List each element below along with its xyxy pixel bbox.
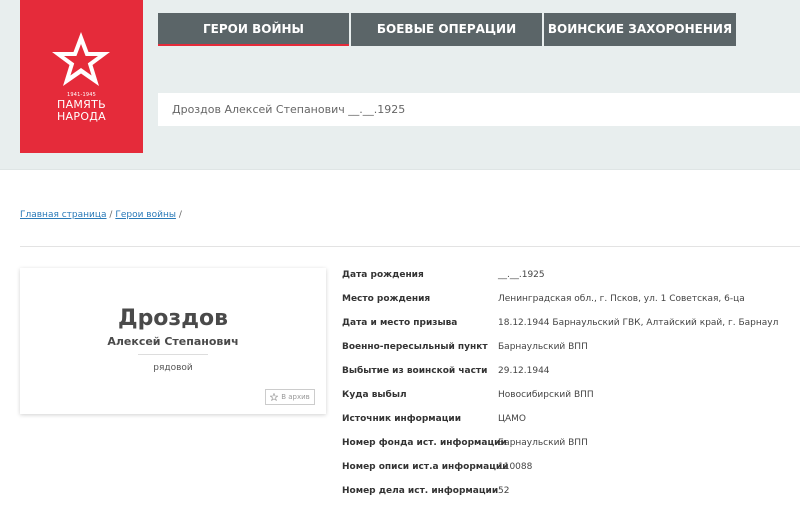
info-row: Куда выбыл Новосибирский ВПП — [342, 388, 800, 412]
info-value: 29.12.1944 — [498, 366, 550, 376]
divider — [20, 246, 800, 247]
info-value: 110088 — [498, 462, 533, 472]
breadcrumb-home[interactable]: Главная страница — [20, 210, 107, 220]
site-logo[interactable]: 1941-1945 ПАМЯТЬ НАРОДА — [20, 0, 143, 153]
info-label: Дата и место призыва — [342, 318, 458, 328]
info-row: Место рождения Ленинградская обл., г. Пс… — [342, 292, 800, 316]
info-value: 52 — [498, 486, 510, 496]
info-label: Дата рождения — [342, 270, 424, 280]
info-label: Источник информации — [342, 414, 462, 424]
info-value: 18.12.1944 Барнаульский ГВК, Алтайский к… — [498, 318, 779, 328]
info-label: Куда выбыл — [342, 390, 407, 400]
logo-title: ПАМЯТЬ НАРОДА — [56, 98, 106, 123]
info-label: Номер описи ист.а информации — [342, 462, 509, 472]
info-row: Источник информации ЦАМО — [342, 412, 800, 436]
info-value: ЦАМО — [498, 414, 526, 424]
info-row: Военно-пересыльный пункт Барнаульский ВП… — [342, 340, 800, 364]
archive-button[interactable]: В архив — [265, 389, 315, 405]
info-label: Номер фонда ист. информации — [342, 438, 507, 448]
info-value: Барнаульский ВПП — [498, 342, 588, 352]
star-icon — [52, 32, 110, 86]
info-row: Номер фонда ист. информации Барнаульский… — [342, 436, 800, 460]
breadcrumb-separator: / — [109, 210, 113, 220]
info-label: Место рождения — [342, 294, 431, 304]
info-row: Дата и место призыва 18.12.1944 Барнауль… — [342, 316, 800, 340]
breadcrumb: Главная страница / Герои войны / — [20, 210, 182, 220]
info-row: Номер дела ист. информации 52 — [342, 484, 800, 508]
breadcrumb-separator: / — [178, 210, 182, 220]
hero-rank: рядовой — [153, 363, 193, 373]
hero-info-table: Дата рождения __.__.1925 Место рождения … — [342, 268, 800, 508]
site-header: 1941-1945 ПАМЯТЬ НАРОДА ГЕРОИ ВОЙНЫ БОЕВ… — [0, 0, 800, 170]
info-row: Выбытие из воинской части 29.12.1944 — [342, 364, 800, 388]
hero-card: Дроздов Алексей Степанович рядовой В арх… — [20, 268, 326, 414]
info-row: Номер описи ист.а информации 110088 — [342, 460, 800, 484]
info-value: Ленинградская обл., г. Псков, ул. 1 Сове… — [498, 294, 745, 304]
info-value: Новосибирский ВПП — [498, 390, 594, 400]
archive-button-label: В архив — [281, 393, 310, 401]
info-label: Выбытие из воинской части — [342, 366, 488, 376]
nav-heroes[interactable]: ГЕРОИ ВОЙНЫ — [158, 13, 349, 46]
info-value: __.__.1925 — [498, 270, 545, 280]
hero-surname: Дроздов — [117, 306, 229, 331]
hero-given-names: Алексей Степанович — [107, 335, 239, 348]
search-input[interactable] — [158, 93, 800, 126]
breadcrumb-heroes[interactable]: Герои войны — [115, 210, 176, 220]
info-row: Дата рождения __.__.1925 — [342, 268, 800, 292]
card-divider — [138, 354, 208, 355]
info-label: Военно-пересыльный пункт — [342, 342, 488, 352]
star-outline-icon — [270, 393, 279, 401]
main-nav: ГЕРОИ ВОЙНЫ БОЕВЫЕ ОПЕРАЦИИ ВОИНСКИЕ ЗАХ… — [158, 13, 738, 46]
nav-burials[interactable]: ВОИНСКИЕ ЗАХОРОНЕНИЯ — [544, 13, 736, 46]
info-label: Номер дела ист. информации — [342, 486, 499, 496]
nav-operations[interactable]: БОЕВЫЕ ОПЕРАЦИИ — [351, 13, 542, 46]
info-value: Барнаульский ВПП — [498, 438, 588, 448]
